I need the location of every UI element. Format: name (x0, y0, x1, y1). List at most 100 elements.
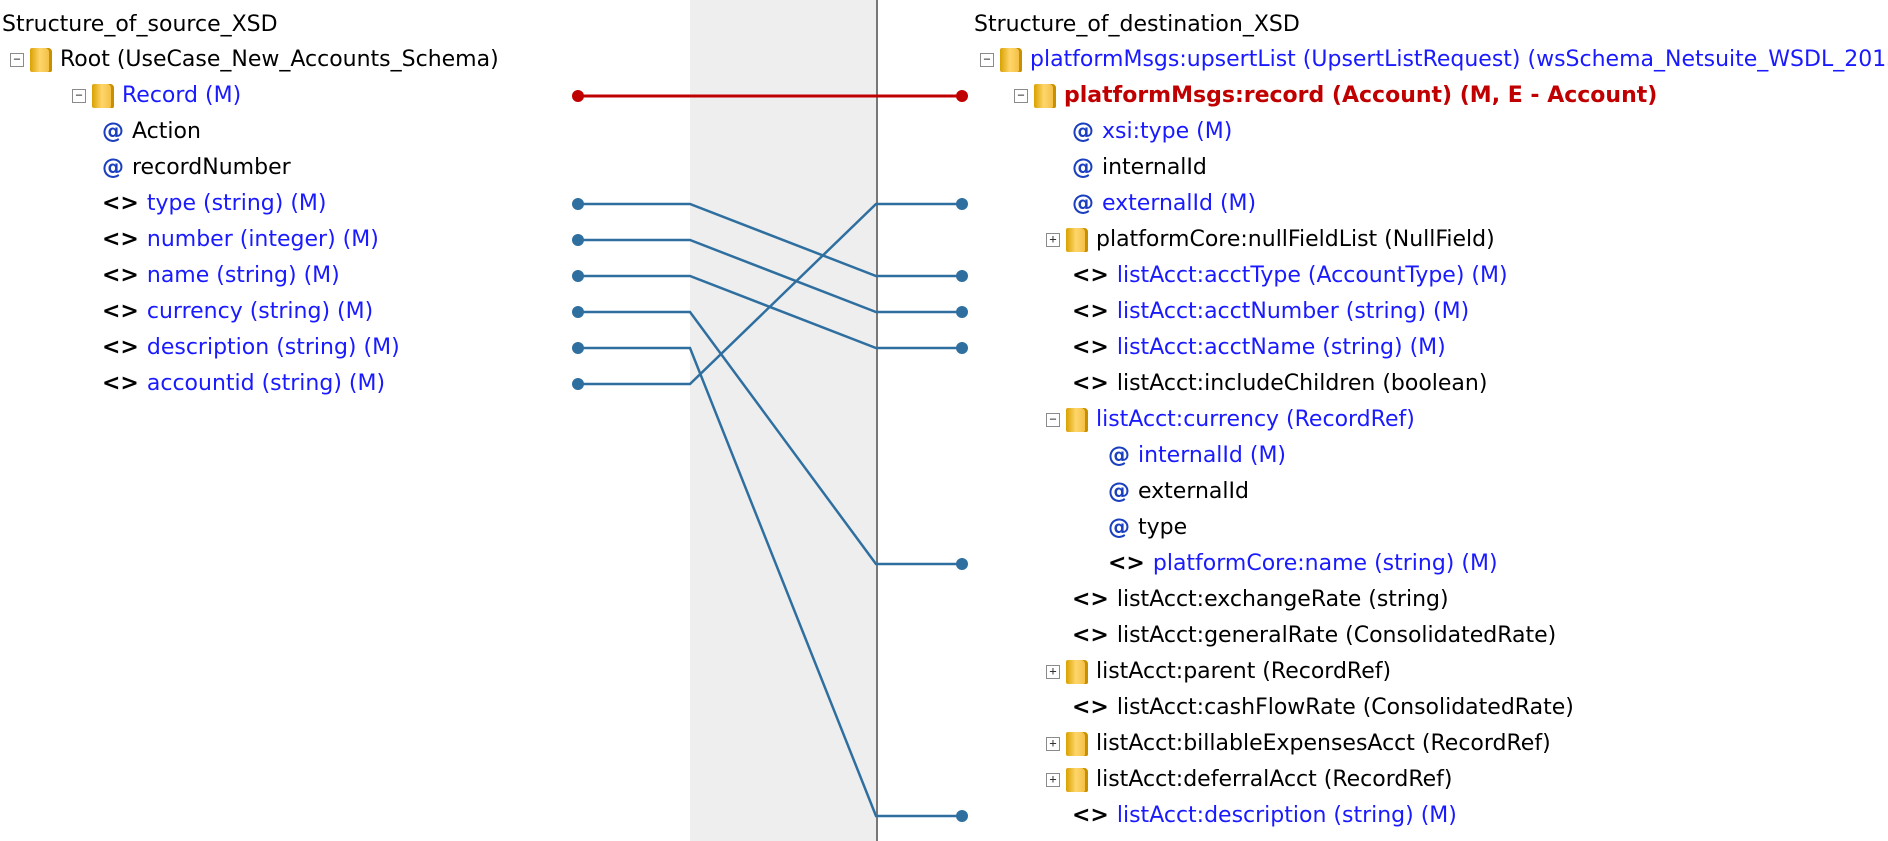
destination-node-label: listAcct:cashFlowRate (ConsolidatedRate) (1116, 695, 1574, 720)
destination-node-label: listAcct:description (string) (M) (1116, 803, 1457, 828)
collapse-icon[interactable]: − (1046, 413, 1060, 427)
source-node-label: Action (132, 119, 201, 144)
attribute-icon: @ (1072, 119, 1094, 144)
destination-node-label: listAcct:parent (RecordRef) (1096, 659, 1392, 684)
destination-tree-node[interactable]: − listAcct:currency (RecordRef) (1046, 402, 1415, 438)
destination-tree-node[interactable]: @ type (1108, 510, 1187, 546)
folder-icon (1000, 48, 1022, 72)
folder-icon (30, 48, 52, 72)
element-icon: <> (102, 371, 139, 396)
folder-icon (1066, 768, 1088, 792)
mapping-canvas (690, 0, 876, 841)
destination-tree-node[interactable]: @ externalId (M) (1072, 186, 1256, 222)
destination-node-label: internalId (M) (1138, 443, 1287, 468)
element-icon: <> (1072, 695, 1109, 720)
element-icon: <> (1072, 587, 1109, 612)
destination-tree-node[interactable]: + listAcct:parent (RecordRef) (1046, 654, 1391, 690)
destination-node-label: listAcct:exchangeRate (string) (1116, 587, 1449, 612)
destination-node-label: listAcct:billableExpensesAcct (RecordRef… (1096, 731, 1551, 756)
collapse-icon[interactable]: − (72, 89, 86, 103)
destination-node-label: externalId (M) (1102, 191, 1257, 216)
destination-tree-node[interactable]: − platformMsgs:record (Account) (M, E - A… (1014, 78, 1657, 114)
source-node-label: type (string) (M) (146, 191, 327, 216)
destination-node-label: xsi:type (M) (1102, 119, 1233, 144)
attribute-icon: @ (1072, 191, 1094, 216)
mapping-editor: Structure_of_source_XSD Structure_of_des… (0, 0, 1888, 841)
destination-node-label: listAcct:deferralAcct (RecordRef) (1096, 767, 1453, 792)
folder-icon (1066, 732, 1088, 756)
destination-node-label: internalId (1102, 155, 1207, 180)
destination-tree-node[interactable]: + listAcct:billableExpensesAcct (RecordRe… (1046, 726, 1551, 762)
destination-node-label: externalId (1138, 479, 1249, 504)
attribute-icon: @ (1108, 443, 1130, 468)
destination-tree-node[interactable]: @ internalId (M) (1108, 438, 1286, 474)
source-node-label: currency (string) (M) (146, 299, 374, 324)
attribute-icon: @ (1072, 155, 1094, 180)
source-tree-node[interactable]: <> name (string) (M) (102, 258, 340, 294)
source-tree-node[interactable]: <> type (string) (M) (102, 186, 326, 222)
destination-tree-node[interactable]: @ xsi:type (M) (1072, 114, 1232, 150)
source-node-label: number (integer) (M) (146, 227, 379, 252)
collapse-icon[interactable]: − (1014, 89, 1028, 103)
folder-icon (1066, 408, 1088, 432)
destination-node-label: listAcct:currency (RecordRef) (1096, 407, 1415, 432)
source-tree-node[interactable]: − Root (UseCase_New_Accounts_Schema) (10, 42, 499, 78)
source-schema-header: Structure_of_source_XSD (2, 12, 278, 37)
destination-node-label: listAcct:generalRate (ConsolidatedRate) (1116, 623, 1557, 648)
expand-icon[interactable]: + (1046, 773, 1060, 787)
destination-node-label: listAcct:includeChildren (boolean) (1116, 371, 1488, 396)
folder-icon (92, 84, 114, 108)
destination-tree-node[interactable]: @ internalId (1072, 150, 1207, 186)
source-node-label: Record (M) (122, 83, 242, 108)
destination-tree-node[interactable]: <> listAcct:includeChildren (boolean) (1072, 366, 1487, 402)
destination-schema-header: Structure_of_destination_XSD (974, 12, 1300, 37)
source-tree-node[interactable]: − Record (M) (72, 78, 241, 114)
collapse-icon[interactable]: − (10, 53, 24, 67)
destination-tree-node[interactable]: <> listAcct:acctName (string) (M) (1072, 330, 1446, 366)
destination-tree-node[interactable]: + platformCore:nullFieldList (NullField) (1046, 222, 1495, 258)
destination-tree-node[interactable]: <> listAcct:acctNumber (string) (M) (1072, 294, 1469, 330)
destination-tree-node[interactable]: − platformMsgs:upsertList (UpsertListRequ… (980, 42, 1888, 78)
source-node-label: description (string) (M) (146, 335, 400, 360)
element-icon: <> (1072, 299, 1109, 324)
element-icon: <> (1072, 371, 1109, 396)
element-icon: <> (102, 191, 139, 216)
expand-icon[interactable]: + (1046, 665, 1060, 679)
destination-tree-node[interactable]: @ externalId (1108, 474, 1249, 510)
source-tree-node[interactable]: @ Action (102, 114, 201, 150)
attribute-icon: @ (1108, 479, 1130, 504)
destination-tree-node[interactable]: <> listAcct:generalRate (ConsolidatedRate… (1072, 618, 1556, 654)
destination-node-label: listAcct:acctName (string) (M) (1116, 335, 1446, 360)
destination-node-label: platformMsgs:record (Account) (M, E - Ac… (1064, 83, 1658, 108)
expand-icon[interactable]: + (1046, 233, 1060, 247)
destination-node-label: platformCore:nullFieldList (NullField) (1096, 227, 1495, 252)
source-node-label: recordNumber (132, 155, 291, 180)
folder-icon (1066, 660, 1088, 684)
element-icon: <> (1072, 263, 1109, 288)
source-tree-node[interactable]: <> currency (string) (M) (102, 294, 373, 330)
source-tree-node[interactable]: <> description (string) (M) (102, 330, 400, 366)
element-icon: <> (102, 263, 139, 288)
folder-icon (1034, 84, 1056, 108)
destination-tree-node[interactable]: <> listAcct:acctType (AccountType) (M) (1072, 258, 1508, 294)
source-node-label: Root (UseCase_New_Accounts_Schema) (60, 47, 499, 72)
destination-node-label: type (1138, 515, 1188, 540)
source-tree-node[interactable]: <> number (integer) (M) (102, 222, 379, 258)
attribute-icon: @ (102, 155, 124, 180)
destination-tree-node[interactable]: <> listAcct:exchangeRate (string) (1072, 582, 1449, 618)
destination-node-label: listAcct:acctType (AccountType) (M) (1116, 263, 1508, 288)
source-tree-node[interactable]: @ recordNumber (102, 150, 291, 186)
destination-tree-node[interactable]: + listAcct:deferralAcct (RecordRef) (1046, 762, 1453, 798)
destination-tree-node[interactable]: <> listAcct:description (string) (M) (1072, 798, 1457, 834)
destination-tree-node[interactable]: <> listAcct:cashFlowRate (ConsolidatedRat… (1072, 690, 1574, 726)
destination-tree-node[interactable]: <> platformCore:name (string) (M) (1108, 546, 1498, 582)
element-icon: <> (1108, 551, 1145, 576)
element-icon: <> (102, 299, 139, 324)
expand-icon[interactable]: + (1046, 737, 1060, 751)
destination-node-label: listAcct:acctNumber (string) (M) (1116, 299, 1470, 324)
collapse-icon[interactable]: − (980, 53, 994, 67)
source-tree-node[interactable]: <> accountid (string) (M) (102, 366, 385, 402)
element-icon: <> (1072, 803, 1109, 828)
element-icon: <> (1072, 623, 1109, 648)
folder-icon (1066, 228, 1088, 252)
